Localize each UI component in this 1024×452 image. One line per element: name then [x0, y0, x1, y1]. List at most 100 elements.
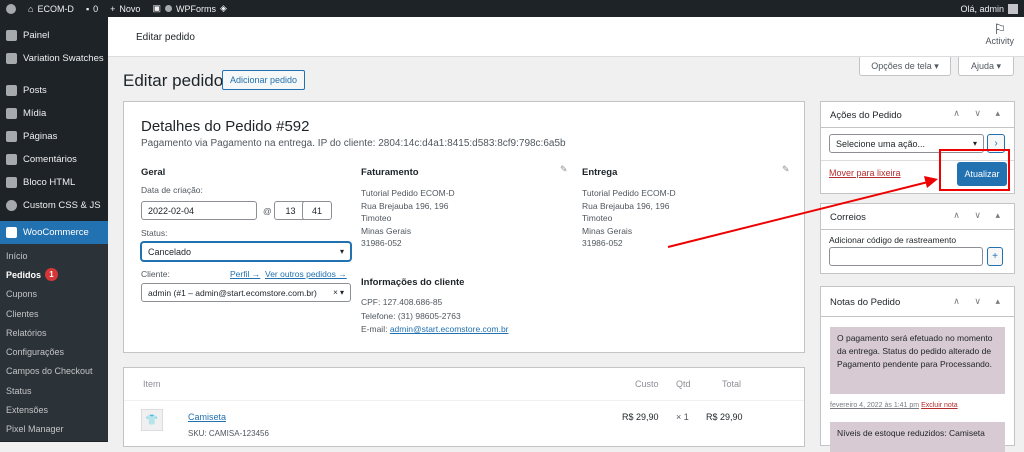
general-title: Geral: [141, 167, 166, 178]
submenu-item-campos-checkout[interactable]: Campos do Checkout: [0, 362, 108, 381]
submenu-item-extensoes[interactable]: Extensões: [0, 400, 108, 419]
submenu-item-cupons[interactable]: Cupons: [0, 285, 108, 304]
billing-title: Faturamento: [361, 167, 419, 178]
add-tracking-button[interactable]: +: [987, 247, 1003, 266]
profile-link[interactable]: Perfil →: [230, 269, 260, 279]
site-name-link[interactable]: ⌂ ECOM-D: [22, 4, 80, 14]
submenu-item-pedidos[interactable]: Pedidos 1: [0, 265, 108, 284]
add-tracking-label: +: [992, 251, 998, 262]
order-note: Níveis de estoque reduzidos: Camiseta: [830, 422, 1005, 452]
wordpress-logo[interactable]: [0, 3, 22, 14]
wpforms-link[interactable]: ▣ WPForms ◈: [146, 3, 232, 14]
comments-link[interactable]: ▪ 0: [80, 4, 104, 14]
submenu-item-clientes[interactable]: Clientes: [0, 304, 108, 323]
clear-chevron-icon: × ▾: [333, 288, 344, 297]
sidebar-item-label: Custom CSS & JS: [23, 200, 101, 211]
tracking-code-input[interactable]: [829, 247, 983, 266]
screen-options-button[interactable]: Opções de tela ▾: [859, 57, 951, 76]
submenu-item-pixel-manager[interactable]: Pixel Manager: [0, 420, 108, 439]
account-menu[interactable]: Olá, admin: [960, 3, 1024, 14]
comments-icon: [6, 154, 17, 165]
order-details-panel: Detalhes do Pedido #592 Pagamento via Pa…: [123, 101, 805, 353]
greeting: Olá, admin: [960, 3, 1004, 14]
date-input[interactable]: 2022-02-04: [141, 201, 257, 220]
sidebar-item-label: Posts: [23, 85, 47, 96]
address-line: Rua Brejauba 196, 196: [582, 200, 670, 211]
address-line: 31986-052: [361, 238, 402, 248]
submenu-label: Pedidos: [6, 269, 42, 280]
sidebar-item-variation-swatches[interactable]: Variation Swatches: [0, 47, 108, 70]
tracking-code-label: Adicionar código de rastreamento: [829, 235, 957, 245]
submenu-label: Status: [6, 385, 32, 396]
woo-icon: [6, 227, 17, 238]
screen-options-label: Opções de tela ▾: [871, 60, 939, 71]
submenu-item-relatorios[interactable]: Relatórios: [0, 323, 108, 342]
order-items-panel: Item Custo Qtd Total 👕 Camiseta SKU: CAM…: [123, 367, 805, 447]
client-info: CPF: 127.408.686-85 Telefone: (31) 98605…: [361, 296, 509, 337]
site-name: ECOM-D: [37, 3, 74, 14]
total-header: Total: [722, 379, 742, 389]
sidebar-item-custom-css-js[interactable]: Custom CSS & JS: [0, 194, 108, 217]
other-orders-link[interactable]: Ver outros pedidos →: [265, 269, 347, 279]
edit-billing-pencil-icon[interactable]: ✎: [560, 164, 568, 175]
box-controls[interactable]: ∧ ∨ ▴: [953, 296, 1006, 307]
add-order-button[interactable]: Adicionar pedido: [222, 70, 306, 90]
item-header: Item: [143, 379, 161, 389]
comment-icon: ▪: [85, 3, 90, 14]
sidebar-item-painel[interactable]: Painel: [0, 24, 108, 47]
submenu-item-inicio[interactable]: Início: [0, 246, 108, 265]
box-controls[interactable]: ∧ ∨ ▴: [953, 210, 1006, 221]
order-action-select[interactable]: Selecione uma ação... ▾: [829, 134, 984, 153]
sidebar-item-bloco-html[interactable]: Bloco HTML: [0, 171, 108, 194]
shipping-address: Tutorial Pedido ECOM-D Rua Brejauba 196,…: [582, 187, 676, 250]
help-label: Ajuda ▾: [970, 60, 1002, 71]
order-notes-header: Notas do Pedido ∧ ∨ ▴: [821, 287, 1014, 317]
apply-action-label: ›: [994, 138, 998, 149]
delete-note-link[interactable]: Excluir nota: [921, 402, 958, 409]
update-button[interactable]: Atualizar: [957, 162, 1007, 186]
shipping-title: Entrega: [582, 167, 618, 178]
sidebar-item-midia[interactable]: Mídia: [0, 102, 108, 125]
chevron-down-icon: ▾: [339, 247, 344, 256]
customer-select[interactable]: admin (#1 – admin@start.ecomstore.com.br…: [141, 283, 351, 302]
plus-icon: +: [110, 3, 116, 14]
item-qty: × 1: [676, 412, 689, 422]
submenu-label: Configurações: [6, 347, 65, 358]
move-to-trash-link[interactable]: Mover para lixeira: [829, 168, 901, 178]
activity-button[interactable]: ⚐ Activity: [985, 22, 1014, 46]
item-cost: R$ 29,90: [622, 412, 659, 422]
sidebar-item-label: WooCommerce: [23, 227, 89, 238]
apply-action-button[interactable]: ›: [987, 134, 1005, 153]
pin-icon: [6, 85, 17, 96]
help-button[interactable]: Ajuda ▾: [958, 57, 1014, 76]
submenu-label: Início: [6, 250, 28, 261]
dashboard-icon: [6, 30, 17, 41]
sidebar-item-comentarios[interactable]: Comentários: [0, 148, 108, 171]
box-title: Ações do Pedido: [830, 110, 902, 121]
customer-value: admin (#1 – admin@start.ecomstore.com.br…: [148, 287, 317, 298]
correios-header: Correios ∧ ∨ ▴: [821, 204, 1014, 230]
sidebar-item-label: Variation Swatches: [23, 53, 104, 64]
status-select[interactable]: Cancelado ▾: [141, 242, 351, 261]
order-actions-header: Ações do Pedido ∧ ∨ ▴: [821, 102, 1014, 128]
sidebar-item-paginas[interactable]: Páginas: [0, 125, 108, 148]
submenu-label: Clientes: [6, 308, 39, 319]
submenu-label: Extensões: [6, 405, 49, 416]
email-link[interactable]: admin@start.ecomstore.com.br: [390, 324, 509, 334]
minute-input[interactable]: 41: [302, 201, 332, 220]
sidebar-item-posts[interactable]: Posts: [0, 79, 108, 102]
created-label: Data de criação:: [141, 185, 203, 195]
submenu-item-configuracoes[interactable]: Configurações: [0, 342, 108, 361]
edit-shipping-pencil-icon[interactable]: ✎: [782, 164, 790, 175]
address-line: Tutorial Pedido ECOM-D: [361, 188, 455, 198]
address-line: Minas Gerais: [582, 225, 633, 236]
box-controls[interactable]: ∧ ∨ ▴: [953, 108, 1006, 119]
product-link[interactable]: Camiseta: [188, 412, 226, 422]
new-content-link[interactable]: + Novo: [104, 4, 146, 14]
sidebar-item-woocommerce[interactable]: WooCommerce: [0, 221, 108, 244]
submenu-item-status[interactable]: Status: [0, 381, 108, 400]
box-title: Correios: [830, 212, 866, 223]
note-meta: fevereiro 4, 2022 às 1:41 pm Excluir not…: [830, 402, 958, 409]
at-sign: @: [263, 206, 272, 216]
pages-icon: [6, 131, 17, 142]
